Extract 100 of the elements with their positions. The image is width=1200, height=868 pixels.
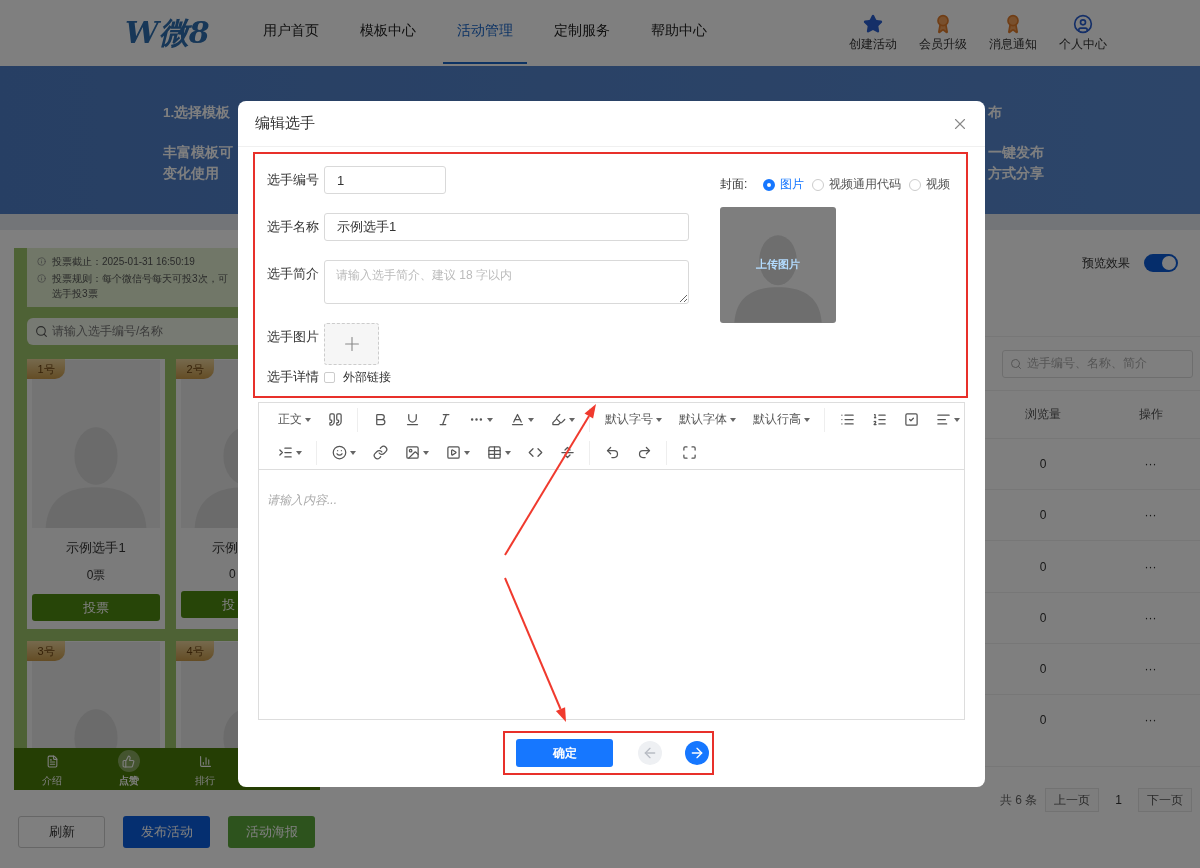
more-actions-button[interactable]: ··· [1101, 508, 1200, 523]
radio-button[interactable] [812, 178, 825, 191]
text-input[interactable]: 1 [324, 166, 446, 194]
caret-icon [422, 450, 429, 455]
caret-icon [486, 417, 493, 422]
nav-tab[interactable]: 定制服务 [540, 0, 624, 64]
bottom-tab[interactable]: 介绍 [14, 748, 91, 790]
dialog-title: 编辑选手 [255, 114, 315, 133]
table-cell-text: 0 [1038, 661, 1048, 676]
step-description: 丰富模板可 [163, 143, 233, 162]
table-cell-text: 0 [1038, 610, 1048, 625]
format-dropdown[interactable]: 正文 [269, 406, 319, 433]
contestant-name: 示例选手1 [65, 539, 127, 557]
bottom-tab[interactable]: 排行 [167, 748, 244, 790]
radio-label: 视频 [926, 176, 951, 193]
align-left-icon [935, 412, 951, 427]
search-icon [35, 325, 48, 338]
field-label: 选手编号 [267, 172, 320, 189]
nav-tab[interactable]: 模板中心 [346, 0, 430, 64]
vote-count: 0票 [85, 567, 107, 584]
search-icon [1010, 357, 1022, 370]
shortcut-label: 个人中心 [1059, 35, 1107, 53]
caret-icon [304, 417, 311, 422]
vote-count: 0 [228, 567, 237, 581]
vote-button[interactable]: 投票 [32, 594, 160, 621]
nav-tab[interactable]: 活动管理 [443, 0, 527, 64]
bullet-list-icon [839, 412, 855, 427]
shortcut-link[interactable]: 消息通知 [989, 13, 1037, 53]
caret-icon [349, 450, 356, 455]
numbered-list-icon [871, 412, 887, 427]
prev-page-button[interactable]: 上一页 [1045, 788, 1100, 812]
nav-tab[interactable]: 帮助中心 [637, 0, 721, 64]
highlight-icon [550, 412, 566, 427]
logo[interactable]: W微8 [125, 12, 213, 54]
caret-icon [568, 417, 575, 422]
quote-icon [327, 412, 343, 427]
user-icon [1073, 13, 1093, 34]
shortcut-link[interactable]: 会员升级 [919, 13, 967, 53]
shortcut-link[interactable]: 个人中心 [1059, 13, 1107, 53]
caret-icon [803, 417, 810, 422]
radio-label: 视频通用代码 [829, 176, 902, 193]
format-dropdown[interactable]: 默认字号 [596, 406, 670, 433]
bar-chart-icon [198, 754, 212, 768]
page-number[interactable]: 1 [1107, 793, 1130, 807]
caret-icon [655, 417, 662, 422]
intro-textarea[interactable]: 请输入选手简介、建议 18 字以内 [324, 260, 689, 304]
action-button[interactable]: 发布活动 [123, 816, 210, 848]
more-actions-button[interactable]: ··· [1101, 457, 1200, 472]
caret-icon [729, 417, 736, 422]
column-header: 操作 [1137, 406, 1164, 424]
upload-image-link[interactable]: 上传图片 [720, 257, 836, 272]
format-dropdown[interactable]: 默认字体 [670, 406, 744, 433]
radio-label: 图片 [780, 176, 805, 193]
next-button[interactable] [685, 741, 709, 765]
image-icon [404, 445, 420, 460]
action-button[interactable]: 活动海报 [228, 816, 315, 848]
caret-icon [504, 450, 511, 455]
step-description: 一键发布 [988, 143, 1045, 162]
preview-switch[interactable] [1144, 254, 1178, 272]
shortcut-label: 消息通知 [989, 35, 1037, 53]
code-icon [527, 445, 543, 460]
notice-text: 投票规则：每个微信号每天可投3次，可 选手投3票 [52, 272, 228, 301]
text-input[interactable]: 示例选手1 [324, 213, 689, 241]
radio-button[interactable] [763, 178, 776, 191]
divider-icon [559, 445, 575, 460]
notice-text: 投票截止：2025-01-31 16:50:19 [52, 255, 195, 269]
format-dropdown[interactable]: 默认行高 [744, 406, 818, 433]
italic-icon [436, 412, 452, 427]
table-cell-text: 0 [1038, 559, 1048, 574]
toggle-label: 预览效果 [1082, 255, 1130, 272]
bottom-tab[interactable]: 点赞 [90, 748, 167, 790]
underline-icon [404, 412, 420, 427]
checkbox[interactable] [324, 372, 335, 383]
caret-icon [953, 417, 960, 422]
field-label: 选手简介 [267, 266, 320, 283]
step-title: 1.选择模板 [163, 104, 232, 122]
table-icon [486, 445, 502, 460]
more-actions-button[interactable]: ··· [1101, 610, 1200, 625]
caret-icon [463, 450, 470, 455]
document-icon [45, 754, 59, 768]
shortcut-label: 会员升级 [919, 35, 967, 53]
radio-button[interactable] [909, 178, 922, 191]
more-actions-button[interactable]: ··· [1101, 661, 1200, 676]
more-actions-button[interactable]: ··· [1101, 559, 1200, 574]
step-description: 方式分享 [988, 164, 1045, 183]
confirm-button[interactable]: 确定 [516, 739, 613, 767]
redo-icon [636, 445, 652, 460]
shortcut-link[interactable]: 创建活动 [849, 13, 897, 53]
star-icon [863, 13, 883, 34]
undo-icon [604, 445, 620, 460]
table-cell-text: 0 [1038, 712, 1048, 727]
shortcut-label: 创建活动 [849, 35, 897, 53]
nav-tab[interactable]: 用户首页 [249, 0, 333, 64]
next-page-button[interactable]: 下一页 [1138, 788, 1192, 812]
field-label: 选手详情 [267, 369, 320, 386]
more-actions-button[interactable]: ··· [1101, 712, 1200, 727]
arrow-right-icon [689, 745, 705, 761]
editor-input[interactable]: 请输入内容... [259, 469, 964, 719]
action-button[interactable]: 刷新 [18, 816, 105, 848]
cover-image-placeholder[interactable]: 上传图片 [720, 207, 836, 323]
